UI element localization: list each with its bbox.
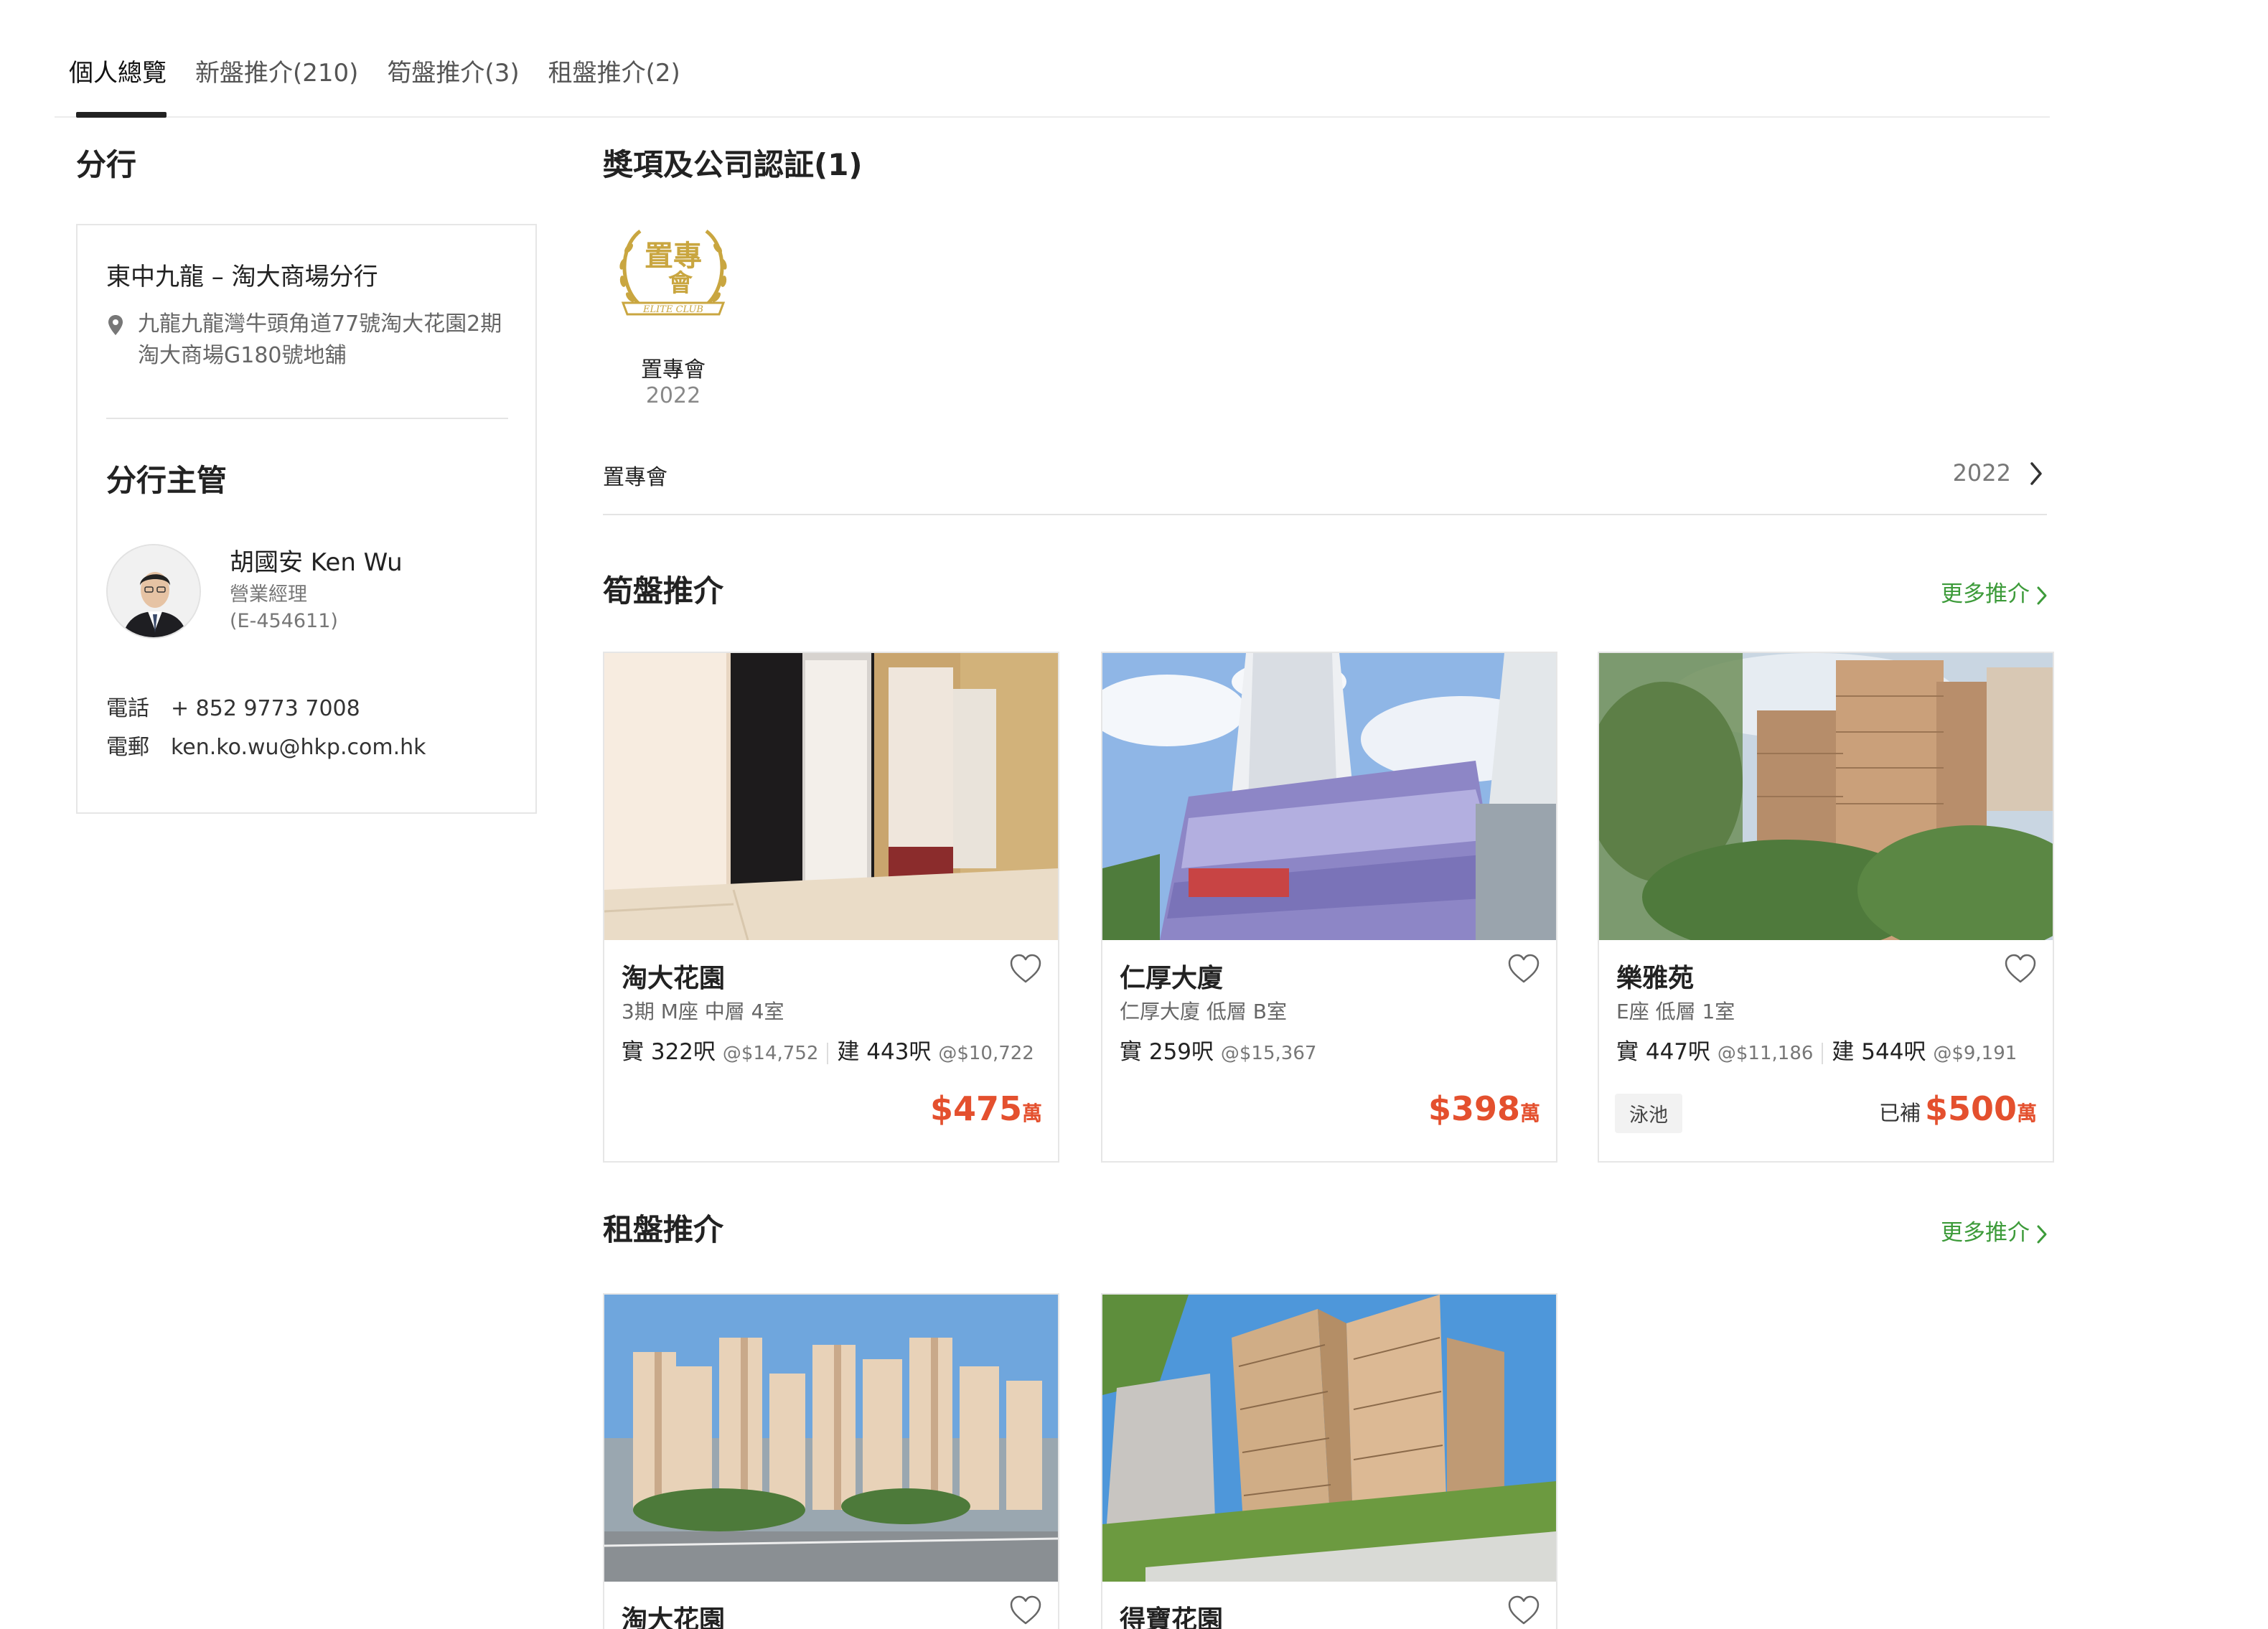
listing-photo (1599, 653, 2053, 940)
listing-area: 實 447呎 @$11,186 建 544呎 @$9,191 (1616, 1033, 2017, 1066)
price-value: $398 (1428, 1089, 1520, 1128)
feature-tag: 泳池 (1615, 1094, 1682, 1133)
divider (106, 418, 508, 419)
branch-address: 九龍九龍灣牛頭角道77號淘大花園2期淘大商場G180號地舖 (138, 311, 502, 368)
saleable-label: 實 (622, 1039, 644, 1065)
award-year: 2022 (645, 383, 701, 408)
listing-title: 樂雅苑 (1616, 964, 1695, 993)
listing-price: $398萬 (1428, 1089, 1540, 1128)
favorite-heart-icon[interactable] (1009, 953, 1042, 985)
gross-psf: @$9,191 (1933, 1043, 2018, 1064)
price-prefix: 已補 (1878, 1101, 1921, 1125)
listing-area: 實 259呎 @$15,367 (1120, 1033, 1316, 1066)
rental-card[interactable]: 淘大花園 (603, 1293, 1059, 1629)
tab-overview[interactable]: 個人總覽 (55, 43, 167, 118)
bargain-card[interactable]: 樂雅苑 E座 低層 1室 實 447呎 @$11,186 建 544呎 @$9,1… (1598, 652, 2054, 1163)
email-address[interactable]: ken.ko.wu@hkp.com.hk (171, 735, 426, 760)
award-name: 置專會 (641, 357, 706, 382)
listing-price: 已補 $500萬 (1879, 1089, 2037, 1128)
svg-text:ELITE CLUB: ELITE CLUB (642, 304, 703, 315)
saleable-psf: @$15,367 (1220, 1043, 1317, 1064)
chevron-right-icon (2037, 586, 2047, 604)
listing-photo (604, 1295, 1058, 1582)
listing-price: $475萬 (930, 1089, 1042, 1128)
listing-photo (1102, 653, 1556, 940)
gross-label: 建 (1832, 1039, 1855, 1065)
saleable-label: 實 (1120, 1039, 1142, 1065)
award-row[interactable]: 置專會 2022 (603, 445, 2047, 515)
awards-heading: 獎項及公司認証(1) (603, 147, 863, 182)
listing-title: 淘大花園 (622, 1605, 726, 1629)
profile-tabs: 個人總覽 新盤推介(210) 筍盤推介(3) 租盤推介(2) (55, 43, 2050, 118)
rentals-more-link[interactable]: 更多推介 (1941, 1214, 2048, 1247)
chevron-right-icon (2037, 1225, 2047, 1243)
saleable-area: 322呎 (650, 1039, 716, 1065)
favorite-heart-icon[interactable] (1009, 1595, 1042, 1626)
rental-card[interactable]: 得寶花園 (1101, 1293, 1557, 1629)
favorite-heart-icon[interactable] (2004, 953, 2037, 985)
saleable-psf: @$14,752 (722, 1043, 819, 1064)
listing-photo (1102, 1295, 1556, 1582)
price-value: $500 (1924, 1089, 2017, 1128)
saleable-area: 259呎 (1148, 1039, 1214, 1065)
bargain-card[interactable]: 仁厚大廈 仁厚大廈 低層 B室 實 259呎 @$15,367 $398萬 (1101, 652, 1557, 1163)
manager-avatar (106, 544, 201, 639)
award-row-year: 2022 (1952, 459, 2011, 487)
listing-title: 淘大花園 (622, 964, 726, 993)
price-unit: 萬 (1021, 1102, 1042, 1125)
listing-subtitle: E座 低層 1室 (1616, 1000, 1735, 1023)
gross-label: 建 (837, 1039, 860, 1065)
listing-subtitle: 仁厚大廈 低層 B室 (1120, 1000, 1288, 1023)
gross-psf: @$10,722 (938, 1043, 1034, 1064)
listing-photo (604, 653, 1058, 940)
divider (1822, 1042, 1824, 1064)
manager-license: (E-454611) (230, 610, 338, 632)
bargain-card[interactable]: 淘大花園 3期 M座 中層 4室 實 322呎 @$14,752 建 443呎 @… (603, 652, 1059, 1163)
bargains-heading: 筍盤推介 (603, 573, 724, 609)
more-link-label: 更多推介 (1941, 581, 2030, 607)
saleable-area: 447呎 (1645, 1039, 1711, 1065)
saleable-label: 實 (1616, 1039, 1639, 1065)
more-link-label: 更多推介 (1941, 1220, 2030, 1246)
award-row-name: 置專會 (603, 465, 667, 490)
listing-title: 得寶花園 (1120, 1605, 1224, 1629)
tab-new-developments[interactable]: 新盤推介(210) (181, 43, 358, 116)
bargains-more-link[interactable]: 更多推介 (1941, 576, 2048, 608)
tab-rentals[interactable]: 租盤推介(2) (534, 43, 680, 116)
price-unit: 萬 (2016, 1102, 2037, 1125)
branch-name: 東中九龍 – 淘大商場分行 (106, 263, 378, 291)
phone-label: 電話 (106, 696, 149, 721)
manager-heading: 分行主管 (106, 463, 228, 498)
phone-row: 電話 + 852 9773 7008 (106, 690, 360, 722)
favorite-heart-icon[interactable] (1507, 1595, 1540, 1626)
email-label: 電郵 (106, 735, 149, 760)
price-value: $475 (929, 1089, 1022, 1128)
svg-text:會: 會 (668, 269, 693, 298)
gross-area: 544呎 (1861, 1039, 1926, 1065)
favorite-heart-icon[interactable] (1507, 953, 1540, 985)
gross-area: 443呎 (866, 1039, 932, 1065)
branch-card: 東中九龍 – 淘大商場分行 九龍九龍灣牛頭角道77號淘大花園2期淘大商場G180… (76, 224, 537, 814)
svg-text:置專: 置專 (645, 240, 702, 273)
chevron-right-icon (2030, 462, 2042, 485)
listing-area: 實 322呎 @$14,752 建 443呎 @$10,722 (622, 1033, 1034, 1066)
divider (827, 1042, 829, 1064)
listing-subtitle: 3期 M座 中層 4室 (622, 1000, 784, 1023)
listing-title: 仁厚大廈 (1120, 964, 1224, 993)
manager-title: 營業經理 (230, 583, 307, 606)
phone-number[interactable]: + 852 9773 7008 (171, 696, 360, 721)
branch-heading: 分行 (76, 147, 137, 182)
location-pin-icon (108, 315, 123, 335)
email-row: 電郵 ken.ko.wu@hkp.com.hk (106, 729, 426, 761)
elite-club-logo: 置專 會 ELITE CLUB (619, 229, 727, 316)
manager-name: 胡國安 Ken Wu (230, 548, 403, 577)
rentals-heading: 租盤推介 (603, 1212, 724, 1247)
saleable-psf: @$11,186 (1717, 1043, 1814, 1064)
price-unit: 萬 (1519, 1102, 1540, 1125)
tab-bargains[interactable]: 筍盤推介(3) (372, 43, 519, 116)
